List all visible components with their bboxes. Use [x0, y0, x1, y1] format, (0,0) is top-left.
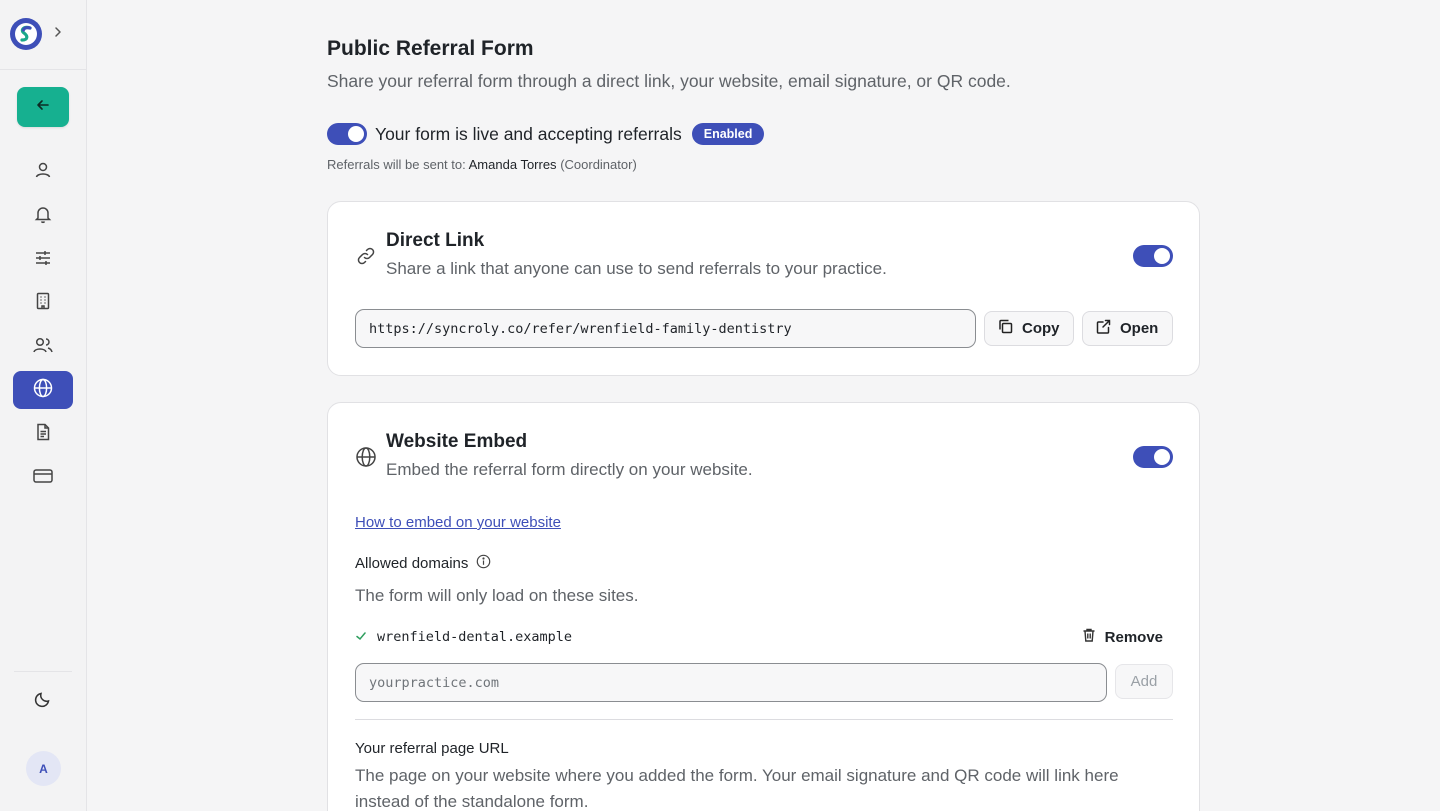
- copy-icon: [997, 318, 1014, 339]
- page-title: Public Referral Form: [327, 37, 534, 60]
- globe-icon: [355, 446, 377, 468]
- globe-icon: [32, 377, 54, 404]
- document-icon: [33, 422, 53, 447]
- chevron-right-icon[interactable]: [52, 25, 68, 43]
- allowed-domains-label-row: Allowed domains: [355, 554, 491, 573]
- sidebar: A: [0, 0, 87, 811]
- allowed-domains-help: The form will only load on these sites.: [355, 586, 639, 605]
- external-link-icon: [1095, 318, 1112, 339]
- sliders-icon: [33, 248, 53, 273]
- recipient-prefix: Referrals will be sent to:: [327, 157, 466, 172]
- recipient-info: Referrals will be sent to: Amanda Torres…: [327, 157, 637, 172]
- users-icon: [32, 335, 54, 360]
- status-badge: Enabled: [691, 123, 765, 145]
- sidebar-item-practice[interactable]: [13, 284, 73, 322]
- direct-link-toggle[interactable]: [1133, 245, 1173, 267]
- building-icon: [33, 291, 53, 316]
- avatar[interactable]: A: [26, 751, 61, 786]
- sidebar-item-profile[interactable]: [13, 153, 73, 191]
- sidebar-item-team[interactable]: [13, 328, 73, 366]
- trash-icon: [1081, 627, 1097, 647]
- arrow-left-icon: [35, 97, 51, 118]
- website-embed-description: Embed the referral form directly on your…: [386, 460, 753, 479]
- website-embed-title: Website Embed: [386, 431, 528, 452]
- recipient-role: (Coordinator): [560, 157, 637, 172]
- add-domain-button[interactable]: Add: [1115, 664, 1173, 699]
- direct-link-card: Direct Link Share a link that anyone can…: [327, 201, 1200, 376]
- back-button[interactable]: [17, 87, 69, 127]
- how-to-embed-link[interactable]: How to embed on your website: [355, 514, 561, 531]
- direct-link-title: Direct Link: [386, 230, 485, 251]
- remove-domain-button[interactable]: Remove: [1081, 627, 1173, 647]
- form-live-row: Your form is live and accepting referral…: [327, 123, 765, 145]
- website-embed-card: Website Embed Embed the referral form di…: [327, 402, 1200, 811]
- link-icon: [355, 245, 377, 267]
- sidebar-item-notifications[interactable]: [13, 197, 73, 235]
- recipient-name: Amanda Torres: [468, 157, 557, 172]
- user-icon: [33, 160, 53, 185]
- theme-toggle-button[interactable]: [13, 682, 73, 720]
- sidebar-divider: [0, 69, 86, 70]
- bell-icon: [33, 204, 53, 229]
- domain-list-item: wrenfield-dental.example Remove: [355, 627, 1173, 647]
- allowed-domains-label: Allowed domains: [355, 555, 469, 572]
- section-divider: [355, 719, 1173, 720]
- logo-row: [10, 18, 68, 50]
- form-live-label: Your form is live and accepting referral…: [375, 123, 682, 144]
- domain-input[interactable]: yourpractice.com: [355, 663, 1107, 702]
- app-logo[interactable]: [10, 18, 42, 50]
- form-live-toggle[interactable]: [327, 123, 367, 145]
- open-label: Open: [1120, 320, 1159, 337]
- page-subtitle: Share your referral form through a direc…: [327, 71, 1011, 91]
- referral-url-help: The page on your website where you added…: [355, 766, 1119, 811]
- sidebar-divider: [14, 671, 72, 672]
- sidebar-item-documents[interactable]: [13, 415, 73, 453]
- direct-link-description: Share a link that anyone can use to send…: [386, 259, 887, 278]
- sidebar-item-referral-form[interactable]: [13, 371, 73, 409]
- info-icon[interactable]: [476, 554, 491, 573]
- referral-url-label: Your referral page URL: [355, 740, 509, 757]
- remove-label: Remove: [1104, 628, 1163, 646]
- website-embed-toggle[interactable]: [1133, 446, 1173, 468]
- sidebar-item-billing[interactable]: [13, 459, 73, 497]
- open-button[interactable]: Open: [1082, 311, 1173, 346]
- direct-link-url-field[interactable]: https://syncroly.co/refer/wrenfield-fami…: [355, 309, 976, 348]
- moon-icon: [34, 690, 52, 713]
- copy-label: Copy: [1022, 320, 1060, 337]
- sidebar-item-preferences[interactable]: [13, 241, 73, 279]
- check-icon: [355, 630, 377, 645]
- copy-button[interactable]: Copy: [984, 311, 1074, 346]
- domain-value: wrenfield-dental.example: [377, 629, 573, 645]
- credit-card-icon: [32, 466, 54, 491]
